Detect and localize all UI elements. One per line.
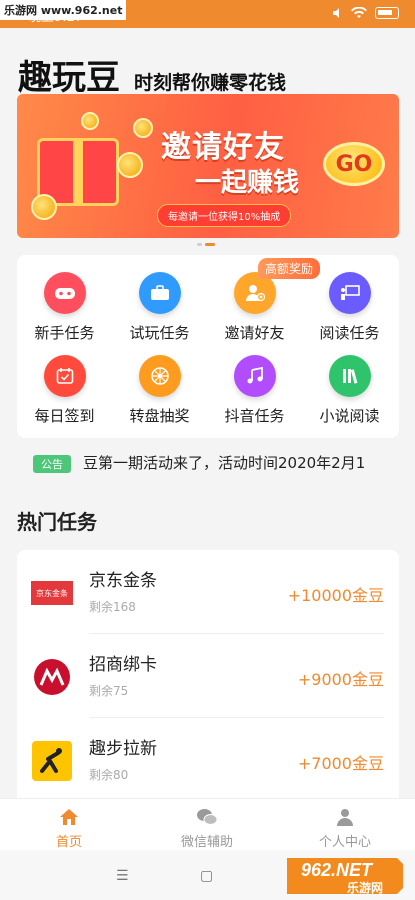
coin-icon	[31, 194, 57, 220]
task-row[interactable]: 招商绑卡 剩余75 +9000金豆	[17, 634, 399, 718]
task-name: 趣步拉新	[89, 739, 157, 759]
tab-home[interactable]: 首页	[0, 799, 138, 851]
task-reward: +10000金豆	[287, 586, 384, 605]
grid-item-checkin[interactable]: 每日签到	[17, 355, 112, 426]
grid-item-label: 邀请好友	[224, 324, 285, 342]
grid-item-label: 抖音任务	[224, 407, 285, 425]
invite-banner[interactable]: 邀请好友 一起赚钱 每邀请一位获得10%抽成 GO	[17, 94, 399, 238]
gamepad-icon	[43, 272, 86, 314]
app-slogan: 时刻帮你赚零花钱	[134, 72, 287, 94]
announcement-text: 豆第一期活动来了，活动时间2020年2月1	[83, 454, 366, 472]
feature-grid: 新手任务 试玩任务 邀请好友 阅读任务 每日签到 转盘抽奖 抖音任务 小说阅读	[17, 255, 399, 438]
user-icon	[334, 807, 356, 827]
task-reward: +9000金豆	[297, 670, 384, 689]
grid-item-label: 转盘抽奖	[129, 407, 190, 425]
tab-label: 个人中心	[318, 835, 371, 850]
grid-item-trial[interactable]: 试玩任务	[112, 272, 207, 343]
site-watermark: 乐游网 www.962.net	[0, 0, 127, 20]
carousel-indicator	[197, 243, 215, 246]
wheel-icon	[138, 355, 181, 397]
tab-wechat-assist[interactable]: 微信辅助	[138, 799, 276, 851]
briefcase-icon	[138, 272, 181, 314]
wechat-icon	[196, 807, 218, 827]
grid-item-douyin[interactable]: 抖音任务	[207, 355, 302, 426]
watermark-logo: 962.NET 乐游网	[279, 850, 409, 896]
presentation-icon	[328, 272, 371, 314]
jd-logo-icon: 京东金条	[31, 572, 73, 614]
tab-profile[interactable]: 个人中心	[276, 799, 414, 851]
hot-task-list: 京东金条 京东金条 剩余168 +10000金豆 招商绑卡 剩余75 +9000…	[17, 550, 399, 798]
task-row[interactable]: 趣步拉新 剩余80 +7000金豆	[17, 718, 399, 798]
menu-icon[interactable]: ☰	[116, 868, 129, 884]
books-icon	[328, 355, 371, 397]
banner-subheadline: 一起赚钱	[195, 168, 300, 198]
tab-label: 首页	[55, 835, 82, 850]
task-remaining: 剩余80	[89, 768, 129, 782]
grid-item-novel[interactable]: 小说阅读	[302, 355, 397, 426]
calendar-check-icon	[43, 355, 86, 397]
status-icons	[331, 7, 399, 19]
banner-caption: 每邀请一位获得10%抽成	[157, 204, 292, 227]
battery-icon	[375, 7, 399, 19]
coin-icon	[117, 152, 143, 178]
task-row[interactable]: 京东金条 京东金条 剩余168 +10000金豆	[17, 550, 399, 634]
task-name: 招商绑卡	[89, 655, 157, 675]
svg-text:962.NET: 962.NET	[301, 860, 374, 880]
app-title: 趣玩豆	[18, 58, 120, 98]
banner-headline: 邀请好友	[161, 130, 285, 165]
cmb-logo-icon	[31, 656, 73, 698]
announcement-tag: 公告	[33, 455, 71, 473]
grid-item-lottery[interactable]: 转盘抽奖	[112, 355, 207, 426]
grid-item-newbie[interactable]: 新手任务	[17, 272, 112, 343]
grid-item-label: 小说阅读	[319, 407, 380, 425]
app-header: 趣玩豆 时刻帮你赚零花钱	[18, 50, 286, 99]
qubu-logo-icon	[31, 740, 73, 782]
home-icon	[58, 807, 80, 827]
task-name: 京东金条	[89, 571, 157, 591]
task-remaining: 剩余168	[89, 600, 136, 614]
coin-icon	[133, 118, 153, 138]
wifi-icon	[351, 7, 367, 18]
status-bar: 晚上9:27 乐游网 www.962.net	[0, 0, 415, 28]
grid-item-reading[interactable]: 阅读任务	[302, 272, 397, 343]
mute-icon	[333, 8, 339, 18]
home-square-icon[interactable]: ▢	[200, 868, 213, 884]
svg-text:乐游网: 乐游网	[347, 880, 383, 895]
hot-reward-badge: 高额奖励	[258, 258, 321, 279]
music-icon	[233, 355, 276, 397]
grid-item-label: 试玩任务	[129, 324, 190, 342]
grid-item-label: 每日签到	[34, 407, 95, 425]
tab-label: 微信辅助	[180, 835, 233, 850]
section-title: 热门任务	[17, 510, 97, 534]
task-reward: +7000金豆	[297, 754, 384, 773]
bottom-tab-bar: 首页 微信辅助 个人中心	[0, 798, 415, 850]
go-button[interactable]: GO	[323, 142, 385, 186]
grid-item-invite[interactable]: 邀请好友	[207, 272, 302, 343]
task-remaining: 剩余75	[89, 684, 129, 698]
coin-icon	[81, 112, 99, 130]
announcement-bar[interactable]: 公告 豆第一期活动来了，活动时间2020年2月1	[17, 450, 399, 476]
grid-item-label: 新手任务	[34, 324, 95, 342]
grid-item-label: 阅读任务	[319, 324, 380, 342]
